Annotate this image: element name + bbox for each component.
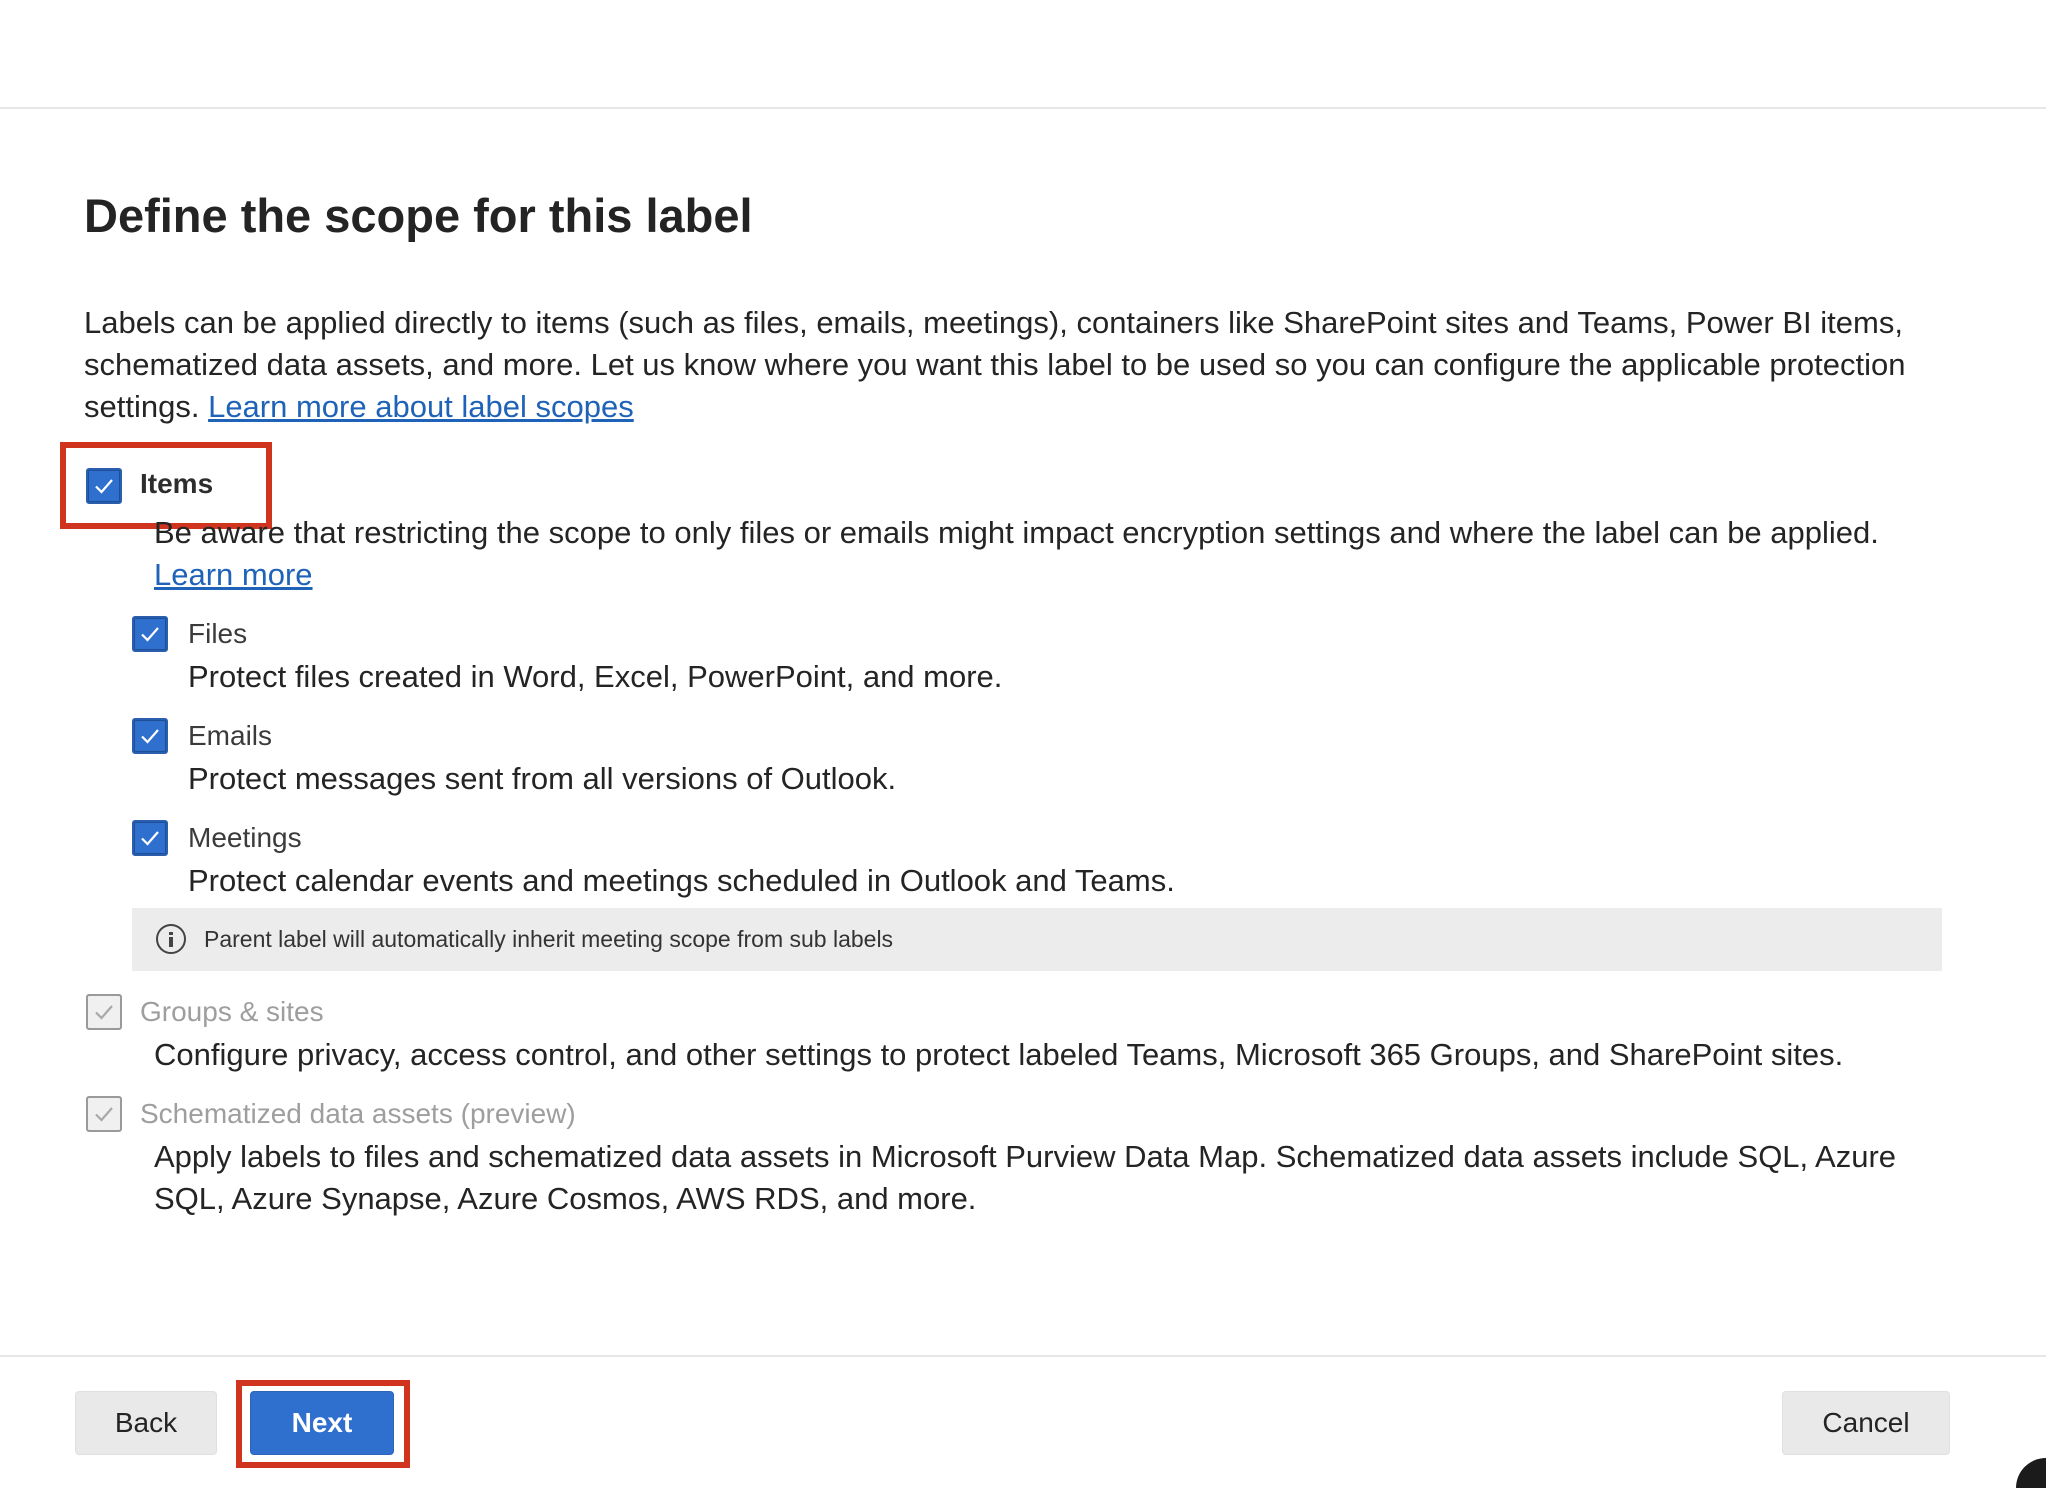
meetings-label: Meetings — [188, 822, 302, 853]
learn-more-label-scopes-link[interactable]: Learn more about label scopes — [208, 389, 634, 424]
schematized-assets-label: Schematized data assets (preview) — [140, 1098, 576, 1129]
checkmark-icon — [141, 831, 159, 846]
cancel-button[interactable]: Cancel — [1782, 1391, 1950, 1455]
footer-divider — [0, 1355, 2046, 1357]
items-description-text: Be aware that restricting the scope to o… — [154, 515, 1879, 550]
top-divider — [0, 107, 2046, 109]
info-message: Parent label will automatically inherit … — [204, 926, 894, 952]
back-button[interactable]: Back — [75, 1391, 217, 1455]
checkmark-icon — [95, 1107, 113, 1122]
meetings-description: Protect calendar events and meetings sch… — [188, 863, 1175, 898]
emails-checkbox[interactable] — [132, 718, 168, 754]
label-scope-wizard-page: Define the scope for this label Labels c… — [0, 0, 2046, 1488]
files-description: Protect files created in Word, Excel, Po… — [188, 659, 1003, 694]
window-corner — [2016, 1458, 2046, 1488]
page-title: Define the scope for this label — [84, 189, 753, 242]
meetings-checkbox[interactable] — [132, 820, 168, 856]
page-header: Define the scope for this label — [84, 180, 1984, 252]
groups-sites-label: Groups & sites — [140, 996, 324, 1027]
checkmark-icon — [95, 1005, 113, 1020]
schematized-assets-checkbox[interactable] — [86, 1096, 122, 1132]
next-highlight-box — [236, 1380, 410, 1468]
groups-sites-checkbox[interactable] — [86, 994, 122, 1030]
groups-sites-description: Configure privacy, access control, and o… — [154, 1037, 1844, 1072]
checkmark-icon — [141, 729, 159, 744]
checkmark-icon — [141, 627, 159, 642]
emails-label: Emails — [188, 720, 273, 751]
emails-description: Protect messages sent from all versions … — [188, 761, 897, 796]
intro-paragraph: Labels can be applied directly to items … — [84, 302, 1964, 428]
meeting-scope-info-bar: Parent label will automatically inherit … — [132, 908, 1942, 971]
schematized-assets-description: Apply labels to files and schematized da… — [154, 1139, 1897, 1216]
files-label: Files — [188, 618, 248, 649]
files-checkbox[interactable] — [132, 616, 168, 652]
items-learn-more-link[interactable]: Learn more — [154, 557, 313, 592]
info-icon — [156, 924, 186, 954]
items-description: Be aware that restricting the scope to o… — [154, 512, 1894, 596]
